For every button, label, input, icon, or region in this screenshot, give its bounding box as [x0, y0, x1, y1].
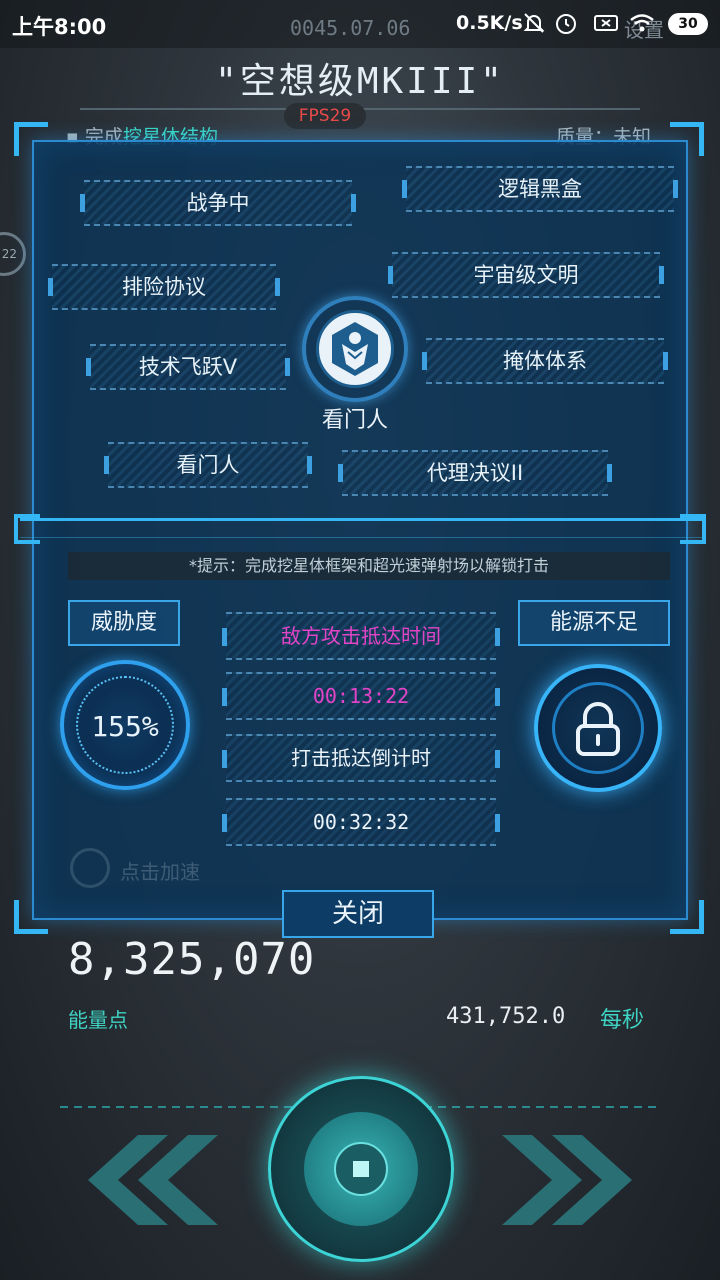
chevron-left-icon[interactable]: [68, 1130, 218, 1230]
tech-node-gatekeeper[interactable]: 看门人: [104, 442, 312, 488]
panel-divider-cap: [680, 514, 706, 544]
wifi-icon: [630, 14, 654, 32]
side-badge[interactable]: 22: [0, 232, 26, 276]
game-title: "空想级MKIII": [215, 61, 505, 102]
strike-countdown-time: 00:32:32: [222, 798, 500, 846]
panel-corner: [14, 122, 48, 156]
enemy-arrival-label: 敌方攻击抵达时间: [222, 612, 500, 660]
tech-node-war[interactable]: 战争中: [80, 180, 356, 226]
tech-node-logic-blackbox[interactable]: 逻辑黑盒: [402, 166, 678, 212]
accelerate-icon: [70, 848, 110, 888]
alarm-icon: [556, 14, 576, 34]
status-bar: 上午8:00 0045.07.06 0.5K/s 设置 30: [0, 0, 720, 48]
status-time: 上午8:00: [12, 15, 107, 39]
core-center: [353, 1161, 369, 1177]
panel-divider: [20, 518, 702, 538]
tech-node-tech-leap[interactable]: 技术飞跃V: [86, 344, 290, 390]
tech-node-proxy-resolution[interactable]: 代理决议II: [338, 450, 612, 496]
strike-countdown-label: 打击抵达倒计时: [222, 734, 500, 782]
energy-points-value: 8,325,070: [68, 934, 316, 985]
panel-corner: [670, 900, 704, 934]
tech-node-bunker-system[interactable]: 掩体体系: [422, 338, 668, 384]
tech-node-cosmic-civilization[interactable]: 宇宙级文明: [388, 252, 664, 298]
energy-status: 能源不足: [518, 600, 670, 646]
emblem-label: 看门人: [321, 408, 388, 433]
panel-corner: [14, 900, 48, 934]
threat-value: 155%: [91, 710, 159, 743]
tech-node-risk-protocol[interactable]: 排险协议: [48, 264, 280, 310]
game-date: 0045.07.06: [290, 16, 411, 40]
net-speed: 0.5K/s: [456, 12, 523, 34]
panel-corner: [670, 122, 704, 156]
fps-badge: FPS29: [284, 103, 366, 129]
close-button[interactable]: 关闭: [282, 890, 434, 938]
threat-label: 威胁度: [68, 600, 180, 646]
gatekeeper-emblem-icon: [332, 322, 378, 376]
unlock-hint: *提示：完成挖星体框架和超光速弹射场以解锁打击: [68, 552, 670, 580]
energy-points-label: 能量点: [68, 1008, 128, 1032]
panel-divider-cap: [14, 514, 40, 544]
energy-rate-value: 431,752.0: [446, 1004, 566, 1029]
accelerate-label: 点击加速: [120, 860, 200, 884]
energy-rate-unit: 每秒: [600, 1008, 645, 1033]
chevron-right-icon[interactable]: [502, 1130, 652, 1230]
mute-icon: [523, 13, 545, 33]
battery-indicator: 30: [668, 13, 708, 35]
sim-card-icon: [594, 15, 618, 31]
enemy-arrival-time: 00:13:22: [222, 672, 500, 720]
lock-icon: [576, 702, 620, 756]
